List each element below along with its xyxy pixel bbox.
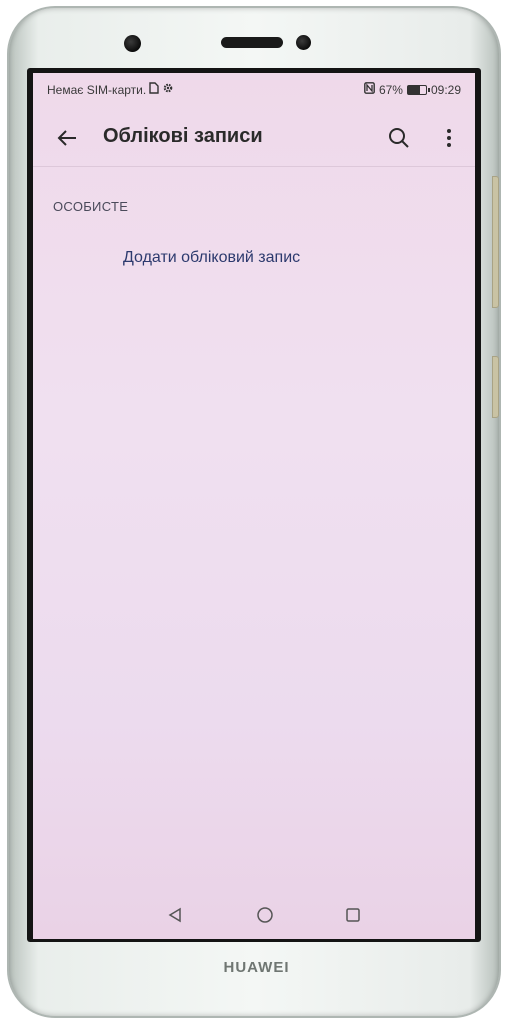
status-right: 67% 09:29 <box>364 82 461 97</box>
search-icon <box>389 128 409 148</box>
recents-square-icon <box>346 908 360 922</box>
app-toolbar: Облікові записи <box>33 111 475 165</box>
back-triangle-icon <box>168 907 181 923</box>
page-title: Облікові записи <box>103 125 263 147</box>
nav-home-button[interactable] <box>247 899 283 931</box>
toolbar-divider <box>33 166 475 167</box>
screen: Немає SIM-карти. 67% 09:29 Облікові запи… <box>33 73 475 939</box>
search-button[interactable] <box>377 111 421 165</box>
volume-button <box>492 356 499 418</box>
back-arrow-icon <box>57 130 76 146</box>
battery-percent: 67% <box>378 82 403 97</box>
more-options-button[interactable] <box>427 111 471 165</box>
carrier-text: Немає SIM-карти. <box>47 82 147 97</box>
battery-icon <box>406 84 430 95</box>
back-button[interactable] <box>45 111 89 165</box>
add-account-item[interactable]: Додати обліковий запис <box>123 245 300 271</box>
more-options-icon <box>447 129 451 147</box>
section-header-personal: ОСОБИСТЕ <box>53 199 129 214</box>
nav-back-button[interactable] <box>157 899 193 931</box>
clock: 09:29 <box>430 82 461 97</box>
sim-card-icon <box>149 82 159 97</box>
nav-recents-button[interactable] <box>335 899 371 931</box>
device-brand-logo: HUAWEI <box>223 959 290 976</box>
power-button <box>492 176 499 308</box>
settings-gear-icon <box>162 82 174 97</box>
proximity-sensor <box>296 35 311 50</box>
earpiece-speaker <box>221 37 283 48</box>
status-left: Немає SIM-карти. <box>47 82 174 97</box>
navigation-bar <box>33 899 475 931</box>
front-camera <box>124 35 141 52</box>
home-circle-icon <box>257 907 273 923</box>
nfc-icon <box>364 82 375 97</box>
status-bar: Немає SIM-карти. 67% 09:29 <box>33 79 475 101</box>
